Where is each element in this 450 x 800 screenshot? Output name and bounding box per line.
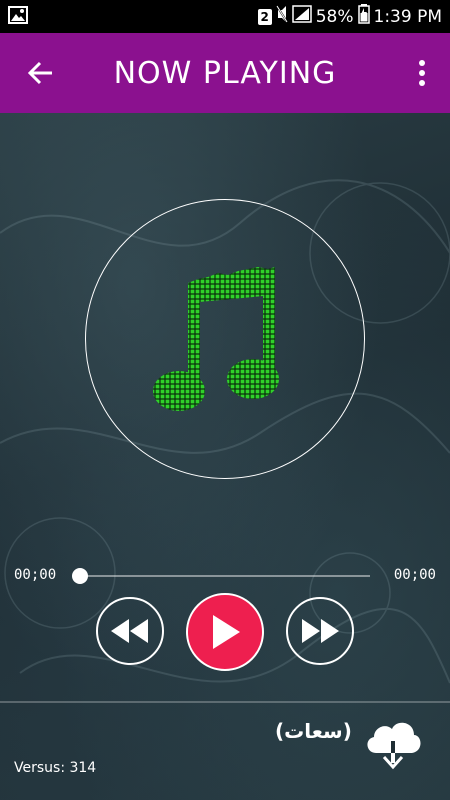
download-button[interactable] xyxy=(362,715,424,773)
more-vert-icon xyxy=(419,60,425,86)
battery-icon xyxy=(357,4,370,29)
version-label: Versus: 314 xyxy=(14,760,97,776)
current-time: 00;00 xyxy=(14,567,57,583)
app-bar: NOW PLAYING xyxy=(0,33,450,113)
rewind-icon xyxy=(111,619,148,643)
fast-forward-icon xyxy=(302,619,339,643)
seek-thumb[interactable] xyxy=(72,568,88,584)
play-icon xyxy=(213,615,240,649)
player-background: 00;00 00;00 (سعات) Versus: 314 xyxy=(0,113,450,800)
image-notification-icon xyxy=(8,5,28,28)
seek-bar[interactable] xyxy=(80,575,370,577)
page-title: NOW PLAYING xyxy=(113,55,337,91)
fast-forward-button[interactable] xyxy=(286,597,354,665)
sim-badge: 2 xyxy=(257,8,272,25)
cloud-download-icon xyxy=(367,722,421,770)
status-bar: 2 58% 1:39 PM xyxy=(0,0,450,33)
battery-percent: 58% xyxy=(315,6,354,27)
clock: 1:39 PM xyxy=(373,6,443,27)
overflow-menu-button[interactable] xyxy=(412,55,432,91)
track-title: (سعات) xyxy=(275,719,352,743)
divider xyxy=(0,701,450,703)
play-button[interactable] xyxy=(186,593,264,671)
mute-icon xyxy=(275,5,288,28)
music-note-icon xyxy=(153,267,279,411)
album-art-circle xyxy=(85,199,365,479)
rewind-button[interactable] xyxy=(96,597,164,665)
signal-icon xyxy=(291,5,312,28)
total-time: 00;00 xyxy=(393,567,436,583)
